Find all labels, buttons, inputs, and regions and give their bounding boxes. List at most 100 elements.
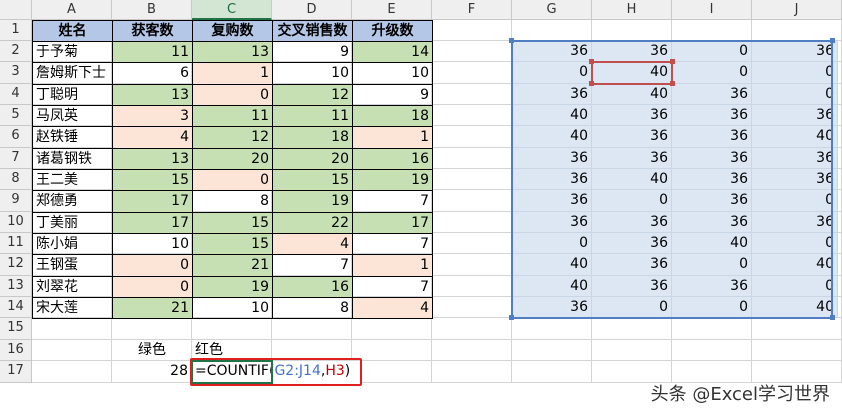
table-value-cell[interactable]: 18 [352,105,433,127]
countif-range-cell[interactable]: 36 [752,105,838,126]
countif-range-cell[interactable]: 36 [592,276,672,297]
countif-range-cell[interactable]: 36 [512,41,592,62]
countif-range-cell[interactable]: 36 [592,41,672,62]
countif-range-cell[interactable]: 40 [512,126,592,148]
criteria-resize-handle[interactable] [670,81,675,86]
countif-range-cell[interactable]: 36 [752,148,838,169]
criteria-resize-handle[interactable] [670,59,675,64]
countif-range-cell[interactable]: 40 [512,105,592,126]
countif-range-cell[interactable]: 40 [512,254,592,276]
result-cell[interactable]: 28 [112,361,192,383]
row-header-8[interactable]: 8 [0,169,32,190]
table-value-cell[interactable]: 17 [112,212,193,234]
table-value-cell[interactable]: 10 [112,233,193,255]
criteria-resize-handle[interactable] [589,81,594,86]
table-name-cell[interactable]: 詹姆斯下士 [32,62,113,85]
countif-range-cell[interactable]: 0 [752,233,838,254]
range-resize-handle[interactable] [830,38,835,43]
table-name-cell[interactable]: 陈小娟 [32,233,113,255]
countif-range-cell[interactable]: 0 [512,62,592,84]
row-header-5[interactable]: 5 [0,105,32,126]
countif-range-cell[interactable]: 0 [752,276,838,297]
table-value-cell[interactable]: 19 [272,190,353,213]
column-header-e[interactable]: E [352,0,432,20]
table-value-cell[interactable]: 21 [192,254,273,277]
table-value-cell[interactable]: 7 [352,276,433,298]
table-value-cell[interactable]: 10 [352,62,433,85]
formula-edit-cell[interactable]: =COUNTIF(G2:J14,H3) [192,361,362,383]
countif-range-cell[interactable]: 36 [592,105,672,126]
cell[interactable] [752,318,842,340]
table-value-cell[interactable]: 4 [112,126,193,149]
countif-range-cell[interactable]: 36 [672,212,752,233]
cell[interactable] [352,361,432,383]
countif-range-cell[interactable]: 36 [752,169,838,190]
cell[interactable] [432,62,512,84]
countif-range-cell[interactable]: 36 [672,276,752,297]
table-value-cell[interactable]: 13 [112,84,193,106]
countif-range-cell[interactable]: 36 [672,105,752,126]
cell[interactable] [512,318,592,340]
table-name-cell[interactable]: 刘翠花 [32,276,113,298]
column-header-j[interactable]: J [752,0,842,20]
table-value-cell[interactable]: 15 [192,233,273,255]
table-name-cell[interactable]: 郑德勇 [32,190,113,213]
row-header-14[interactable]: 14 [0,297,32,318]
countif-range-cell[interactable]: 36 [672,126,752,148]
countif-range-cell[interactable]: 40 [512,276,592,297]
countif-range-cell[interactable]: 40 [752,126,838,148]
countif-range-cell[interactable]: 36 [592,254,672,276]
table-name-cell[interactable]: 诸葛钢铁 [32,148,113,170]
table-value-cell[interactable]: 12 [272,84,353,106]
cell[interactable] [432,41,512,62]
table-value-cell[interactable]: 11 [192,105,273,127]
cell[interactable] [512,20,592,41]
criteria-resize-handle[interactable] [589,59,594,64]
countif-range-cell[interactable]: 0 [752,62,838,84]
countif-range-cell[interactable]: 36 [592,148,672,169]
row-header-7[interactable]: 7 [0,148,32,169]
table-value-cell[interactable]: 9 [352,84,433,106]
column-header-d[interactable]: D [272,0,352,20]
column-header-i[interactable]: I [672,0,752,20]
cell[interactable] [512,361,592,383]
table-value-cell[interactable]: 1 [192,62,273,85]
countif-range-cell[interactable]: 36 [512,84,592,105]
spreadsheet-grid[interactable]: A B C D E F G H I J 1 2 3 4 5 6 7 8 9 10 11 12 13 14 15 16 17 姓名 获客数… [0,0,842,414]
countif-range-cell[interactable]: 36 [752,41,838,62]
countif-range-cell[interactable]: 40 [752,254,838,276]
column-header-c[interactable]: C [192,0,272,20]
table-value-cell[interactable]: 11 [112,41,193,63]
cell[interactable] [272,318,352,340]
countif-range-cell[interactable]: 36 [672,169,752,190]
cell[interactable] [432,126,512,148]
table-value-cell[interactable]: 20 [272,148,353,170]
range-resize-handle[interactable] [830,315,835,320]
cell[interactable] [432,190,512,212]
table-value-cell[interactable]: 16 [272,276,353,298]
countif-range-cell[interactable]: 40 [592,62,672,84]
table-name-cell[interactable]: 丁美丽 [32,212,113,234]
table-value-cell[interactable]: 10 [192,297,273,319]
countif-range-cell[interactable]: 36 [752,212,838,233]
countif-range-cell[interactable]: 0 [752,190,838,212]
countif-range-cell[interactable]: 36 [512,190,592,212]
countif-range-cell[interactable]: 36 [512,169,592,190]
table-value-cell[interactable]: 11 [272,105,353,127]
table-value-cell[interactable]: 19 [352,169,433,191]
cell[interactable] [32,361,112,383]
table-value-cell[interactable]: 9 [272,41,353,63]
table-value-cell[interactable]: 22 [272,212,353,234]
table-value-cell[interactable]: 21 [112,297,193,319]
table-name-cell[interactable]: 于予菊 [32,41,113,63]
table-value-cell[interactable]: 16 [352,148,433,170]
table-value-cell[interactable]: 13 [192,41,273,63]
table-value-cell[interactable]: 7 [272,254,353,277]
table-value-cell[interactable]: 12 [192,126,273,149]
countif-range-cell[interactable]: 36 [512,148,592,169]
cell[interactable] [432,254,512,276]
row-header-9[interactable]: 9 [0,190,32,212]
table-header-cell[interactable]: 姓名 [32,20,113,42]
table-header-cell[interactable]: 升级数 [352,20,433,42]
row-header-10[interactable]: 10 [0,212,32,233]
